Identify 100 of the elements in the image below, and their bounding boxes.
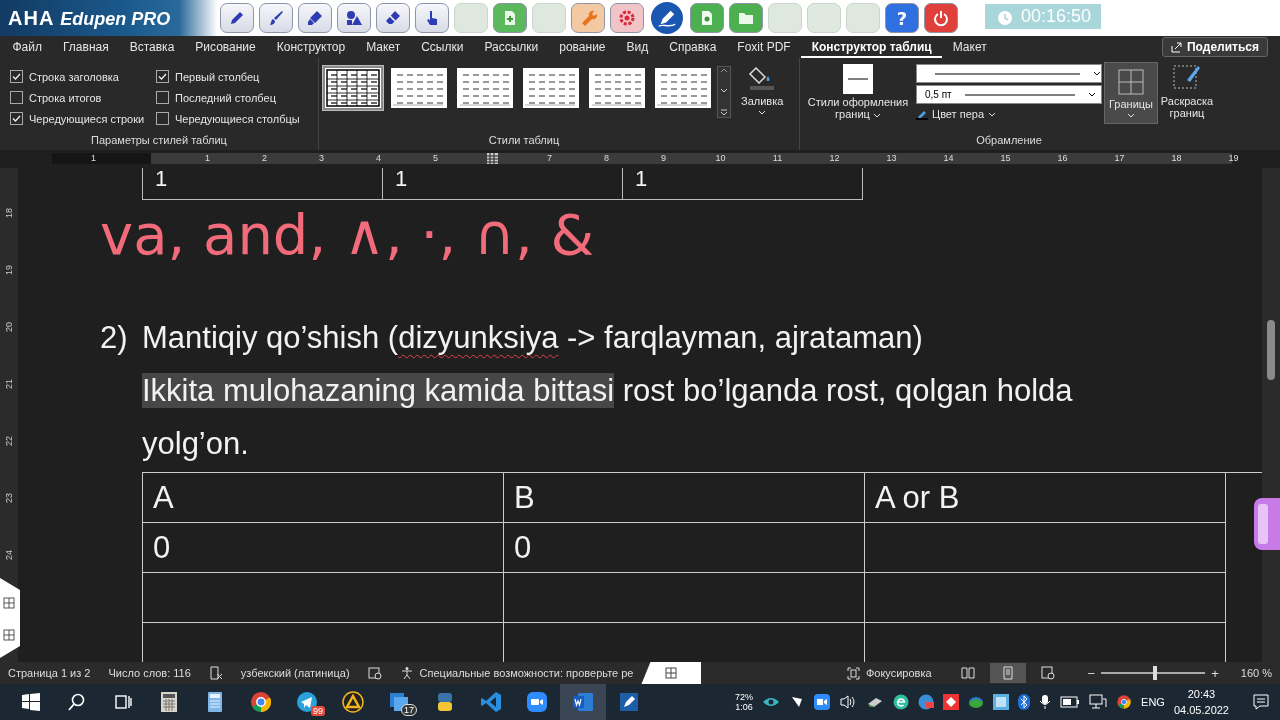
pencil-icon	[228, 9, 246, 27]
table-header-cell: A	[143, 473, 504, 523]
ribbon-tab[interactable]: Ссылки	[410, 36, 474, 58]
border-painter-button[interactable]: Раскраска границ	[1158, 58, 1216, 134]
tool-button[interactable]: ?	[885, 3, 919, 33]
ribbon-tab[interactable]: Рассылки	[473, 36, 549, 58]
checkbox-option[interactable]: Строка заголовка	[10, 66, 156, 87]
checkbox-option[interactable]: Последний столбец	[156, 87, 326, 108]
tool-button[interactable]	[298, 3, 332, 33]
battery-status[interactable]: 72% 1:06	[735, 692, 754, 712]
tool-button[interactable]	[415, 3, 449, 33]
tray-app-icon[interactable]	[993, 694, 1010, 710]
eye-icon[interactable]	[762, 695, 781, 709]
chevron-down-icon	[758, 110, 767, 115]
ribbon-tab[interactable]: Конструктор	[266, 36, 356, 58]
check-icon	[158, 72, 167, 81]
taskbar-app[interactable]: 17	[376, 684, 422, 720]
ruler-number: 10	[714, 152, 727, 165]
border-brush-icon	[1172, 64, 1202, 92]
ribbon-tab[interactable]: Справка	[658, 36, 727, 58]
browser-e-icon[interactable]	[893, 694, 910, 710]
eraser-icon	[384, 9, 402, 27]
table-style-thumbnail[interactable]	[587, 66, 647, 110]
microphone-icon[interactable]	[1039, 694, 1052, 710]
notifications-icon[interactable]	[1252, 693, 1270, 711]
table-style-thumbnail[interactable]	[653, 66, 713, 110]
chrome-icon	[249, 690, 273, 714]
globe-icon[interactable]	[968, 694, 985, 710]
ribbon-tab[interactable]: Макет	[942, 36, 998, 58]
proofing-icon[interactable]	[208, 666, 223, 680]
clock[interactable]: 20:43 04.05.2022	[1173, 686, 1229, 718]
zoom-level[interactable]: 160 %	[1240, 667, 1280, 679]
video-camera-icon[interactable]	[814, 694, 831, 710]
checkbox-option[interactable]: Чередующиеся строки	[10, 108, 156, 129]
language-indicator[interactable]: ENG	[1141, 696, 1165, 708]
macro-icon[interactable]	[367, 666, 382, 680]
page-count[interactable]: Страница 1 из 2	[8, 667, 91, 679]
taskbar-app[interactable]: 99	[284, 684, 330, 720]
ribbon-tab[interactable]: Рисование	[184, 36, 267, 58]
tool-button[interactable]	[337, 3, 371, 33]
tool-button[interactable]	[924, 3, 958, 33]
table-style-thumbnail[interactable]	[521, 66, 581, 110]
word-count[interactable]: Число слов: 116	[108, 667, 191, 679]
ribbon-tab[interactable]: Главная	[52, 36, 120, 58]
tool-button[interactable]	[610, 3, 644, 33]
accessibility-status[interactable]: Специальные возможности: проверьте ре	[419, 667, 634, 679]
share-button[interactable]: Поделиться	[1161, 37, 1268, 57]
print-layout-button[interactable]	[989, 663, 1026, 683]
group-caption: Обрамление	[975, 134, 1043, 148]
side-handle-icon[interactable]	[1254, 498, 1280, 550]
focus-icon[interactable]	[846, 666, 860, 680]
tool-button[interactable]	[259, 3, 293, 33]
notification-badge: 99	[311, 706, 325, 716]
battery-icon[interactable]	[1060, 696, 1081, 708]
table-cell: 0	[504, 523, 865, 573]
ruler-number: 21	[4, 379, 14, 389]
scroll-up-icon[interactable]	[720, 67, 728, 73]
gallery-scrollbar[interactable]	[717, 66, 731, 118]
ribbon-tab[interactable]: Вид	[616, 36, 659, 58]
ribbon-tab[interactable]: Foxit PDF	[726, 36, 802, 58]
checkbox-option[interactable]: Первый столбец	[156, 66, 326, 87]
network-icon[interactable]	[1089, 694, 1108, 710]
table-header-cell: A or B	[865, 473, 1226, 523]
ruler-number: 22	[4, 436, 14, 446]
ribbon-tab[interactable]: Вставка	[119, 36, 185, 58]
table-style-thumbnail[interactable]	[323, 66, 383, 110]
volume-icon[interactable]	[839, 694, 858, 710]
borders-button[interactable]: Границы	[1104, 62, 1158, 124]
triangle-app-icon	[341, 690, 365, 714]
zoom-in-button[interactable]: +	[1207, 665, 1223, 681]
accessibility-icon[interactable]	[399, 666, 414, 680]
tool-button[interactable]	[376, 3, 410, 33]
ribbon-tab[interactable]: рование	[548, 36, 616, 58]
tool-button[interactable]	[220, 3, 254, 33]
ruler-number: 18	[4, 208, 14, 218]
side-handle-icon[interactable]	[0, 578, 20, 658]
language-indicator[interactable]: узбекский (латиница)	[240, 667, 350, 679]
chrome-icon[interactable]	[1116, 694, 1133, 710]
ribbon-tab[interactable]: Файл	[2, 36, 53, 58]
column-marker-icon[interactable]	[487, 152, 498, 164]
side-tab[interactable]	[641, 662, 702, 684]
tray-app-icon[interactable]	[943, 694, 960, 710]
line-weight-dropdown[interactable]: 0,5 пт	[916, 85, 1102, 104]
checkbox-option[interactable]: Чередующиеся столбцы	[156, 108, 326, 129]
checkbox-option[interactable]: Строка итогов	[10, 87, 156, 108]
table-style-thumbnail[interactable]	[389, 66, 449, 110]
expand-gallery-icon[interactable]	[720, 109, 728, 117]
ribbon-tab[interactable]: Макет	[355, 36, 411, 58]
border-styles-button[interactable]: Стили оформления границ	[800, 58, 916, 134]
shading-button[interactable]: Заливка	[737, 58, 788, 134]
focus-mode-button[interactable]: Фокусировка	[865, 667, 932, 679]
scroll-down-icon[interactable]	[720, 88, 728, 94]
pen-color-button[interactable]: Цвет пера	[916, 106, 1102, 122]
bluetooth-icon[interactable]	[1018, 694, 1031, 710]
line-style-dropdown[interactable]	[916, 64, 1102, 83]
table-style-thumbnail[interactable]	[455, 66, 515, 110]
zoom-out-button[interactable]: −	[1083, 665, 1100, 681]
ruler-number: 5	[432, 152, 439, 165]
ruler-number: 8	[603, 152, 610, 165]
ruler-number: 20	[4, 322, 14, 332]
